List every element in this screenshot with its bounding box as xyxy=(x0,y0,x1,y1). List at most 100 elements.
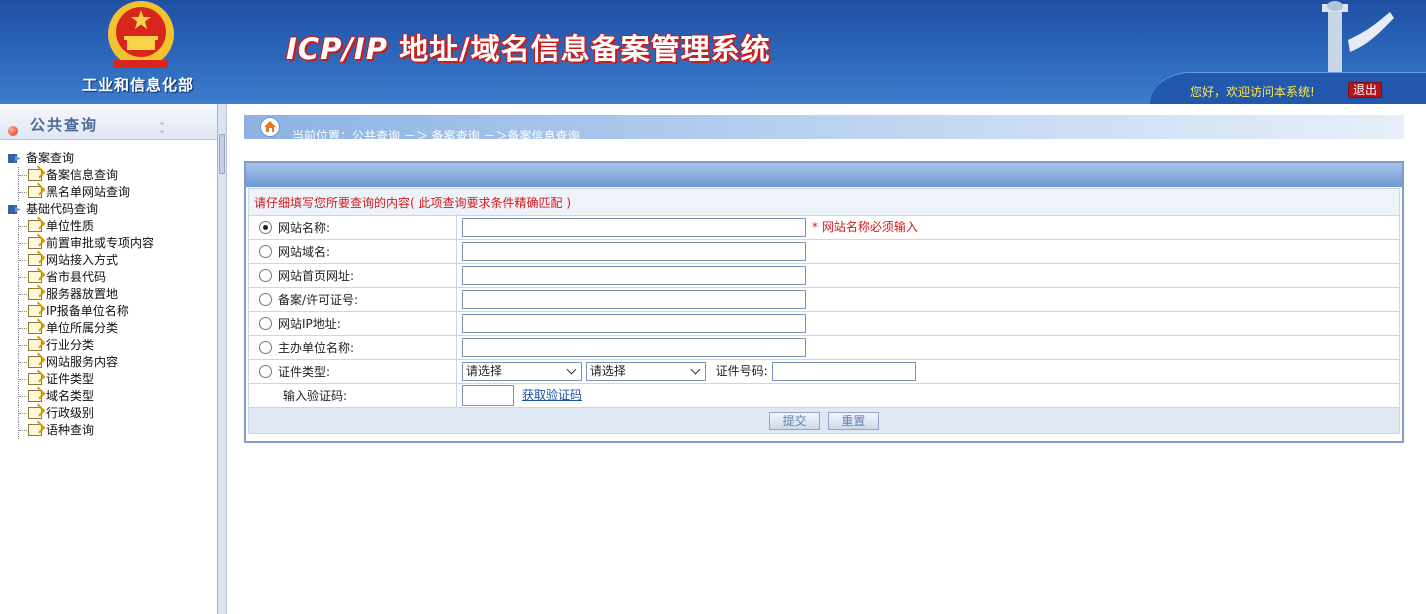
sponsor-unit-input[interactable] xyxy=(462,338,806,357)
form-row-site-name: 网站名称: * 网站名称必须输入 xyxy=(248,215,1400,240)
cert-subtype-select[interactable]: 请选择 xyxy=(585,362,706,381)
tree-item-pre-approval[interactable]: 前置审批或专项内容 xyxy=(4,235,217,252)
cert-number-input[interactable] xyxy=(771,362,916,381)
captcha-label: 输入验证码: xyxy=(283,389,348,403)
reset-button[interactable]: 重置 xyxy=(827,411,879,430)
get-captcha-link[interactable]: 获取验证码 xyxy=(522,388,582,402)
breadcrumb: 当前位置：公共查询 －＞ 备案查询 －＞备案信息查询 xyxy=(292,129,580,143)
tree-item-label: 黑名单网站查询 xyxy=(46,185,131,199)
tree-item-ip-report-unit[interactable]: IP报备单位名称 xyxy=(4,303,217,320)
tree-item-label: 网站接入方式 xyxy=(46,253,119,267)
radio-sponsor-unit[interactable] xyxy=(259,341,272,354)
doc-edit-icon xyxy=(28,220,42,232)
doc-edit-icon xyxy=(28,288,42,300)
tree-item-label: 网站服务内容 xyxy=(46,355,119,369)
sidebar-splitter[interactable] xyxy=(218,104,227,614)
tree-item-label: 省市县代码 xyxy=(46,270,107,284)
doc-edit-icon xyxy=(28,237,42,249)
system-title: ICP/IP 地址/域名信息备案管理系统 xyxy=(286,26,771,68)
tree-item-label: 服务器放置地 xyxy=(46,287,119,301)
cert-number-label: 证件号码: xyxy=(715,364,768,378)
radio-homepage-url[interactable] xyxy=(259,269,272,282)
doc-edit-icon xyxy=(28,424,42,436)
tree-item-label: 前置审批或专项内容 xyxy=(46,236,155,250)
doc-edit-icon xyxy=(28,322,42,334)
breadcrumb-bar: 当前位置：公共查询 －＞ 备案查询 －＞备案信息查询 xyxy=(244,115,1404,143)
tree-item-label: 域名类型 xyxy=(46,389,95,403)
doc-edit-icon xyxy=(28,169,42,181)
required-note: * 网站名称必须输入 xyxy=(812,220,918,234)
tree-item-label: 行业分类 xyxy=(46,338,95,352)
tree-item-language[interactable]: 语种查询 xyxy=(4,422,217,439)
doc-edit-icon xyxy=(28,271,42,283)
doc-edit-icon xyxy=(28,254,42,266)
radio-domain[interactable] xyxy=(259,245,272,258)
radio-site-name[interactable] xyxy=(259,221,272,234)
chevron-down-icon xyxy=(566,364,577,375)
tree-item-label: 行政级别 xyxy=(46,406,95,420)
tree-group-filing-query[interactable]: 备案查询 xyxy=(4,150,217,167)
radio-cert-type[interactable] xyxy=(259,365,272,378)
license-number-input[interactable] xyxy=(462,290,806,309)
system-title-cn: 地址/域名信息备案管理系统 xyxy=(387,32,771,66)
radio-license-number[interactable] xyxy=(259,293,272,306)
form-hint: 请仔细填写您所要查询的内容( 此项查询要求条件精确匹配 ) xyxy=(248,188,1400,216)
tree-item-access-method[interactable]: 网站接入方式 xyxy=(4,252,217,269)
chevron-down-icon xyxy=(690,364,701,375)
nav-tree: 备案查询 备案信息查询 黑名单网站查询 基础代码查询 单位性质 前置审批或专项内… xyxy=(0,140,217,439)
tree-item-blacklist-query[interactable]: 黑名单网站查询 xyxy=(4,184,217,201)
homepage-url-input[interactable] xyxy=(462,266,806,285)
welcome-text: 您好，欢迎访问本系统! xyxy=(1190,85,1315,99)
doc-edit-icon xyxy=(28,407,42,419)
tree-item-label: 语种查询 xyxy=(46,423,95,437)
field-label: 证件类型: xyxy=(278,365,331,379)
doc-edit-icon xyxy=(28,390,42,402)
radio-ip-address[interactable] xyxy=(259,317,272,330)
sidebar-header: 公共查询 ⌄ ⌄ xyxy=(0,104,217,140)
double-chevron-down-icon[interactable]: ⌄ ⌄ xyxy=(154,116,170,135)
ministry-name: 工业和信息化部 xyxy=(82,76,195,94)
tree-item-cert-type[interactable]: 证件类型 xyxy=(4,371,217,388)
form-row-cert-type: 证件类型: 请选择 请选择 证件号码: xyxy=(248,359,1400,384)
sidebar-title: 公共查询 xyxy=(30,116,99,134)
tree-item-region-code[interactable]: 省市县代码 xyxy=(4,269,217,286)
bullet-icon xyxy=(8,126,18,136)
panel-title-strip xyxy=(246,163,1402,187)
field-label: 主办单位名称: xyxy=(278,341,355,355)
tree-item-label: 备案信息查询 xyxy=(46,168,119,182)
tree-item-label: 单位性质 xyxy=(46,219,95,233)
submit-button[interactable]: 提交 xyxy=(769,411,821,430)
tree-item-label: 证件类型 xyxy=(46,372,95,386)
tree-item-industry[interactable]: 行业分类 xyxy=(4,337,217,354)
doc-edit-icon xyxy=(28,356,42,368)
header-banner: 工业和信息化部 ICP/IP 地址/域名信息备案管理系统 您好，欢迎访问本系统!… xyxy=(0,0,1426,104)
huabiao-column-icon xyxy=(1322,1,1394,80)
tree-item-unit-category[interactable]: 单位所属分类 xyxy=(4,320,217,337)
doc-edit-icon xyxy=(28,305,42,317)
form-row-ip-address: 网站IP地址: xyxy=(248,311,1400,336)
splitter-handle[interactable] xyxy=(219,134,225,174)
doc-edit-icon xyxy=(28,373,42,385)
tree-item-service-content[interactable]: 网站服务内容 xyxy=(4,354,217,371)
tree-group-label: 备案查询 xyxy=(26,151,75,165)
cert-type-select[interactable]: 请选择 xyxy=(462,362,582,381)
home-icon[interactable] xyxy=(259,117,281,137)
tree-item-filing-info-query[interactable]: 备案信息查询 xyxy=(4,167,217,184)
captcha-input[interactable] xyxy=(462,385,514,406)
tree-item-admin-level[interactable]: 行政级别 xyxy=(4,405,217,422)
doc-edit-icon xyxy=(28,186,42,198)
form-row-homepage-url: 网站首页网址: xyxy=(248,263,1400,288)
domain-input[interactable] xyxy=(462,242,806,261)
system-title-latin: ICP/IP xyxy=(286,32,388,66)
tree-item-server-location[interactable]: 服务器放置地 xyxy=(4,286,217,303)
field-label: 网站名称: xyxy=(278,221,331,235)
tree-item-domain-type[interactable]: 域名类型 xyxy=(4,388,217,405)
site-name-input[interactable] xyxy=(462,218,806,237)
logout-button[interactable]: 退出 xyxy=(1348,82,1382,98)
tree-group-base-code-query[interactable]: 基础代码查询 xyxy=(4,201,217,218)
field-label: 网站首页网址: xyxy=(278,269,355,283)
form-row-captcha: 输入验证码: 获取验证码 xyxy=(248,383,1400,408)
tree-item-label: IP报备单位名称 xyxy=(46,304,129,318)
tree-item-unit-nature[interactable]: 单位性质 xyxy=(4,218,217,235)
ip-address-input[interactable] xyxy=(462,314,806,333)
